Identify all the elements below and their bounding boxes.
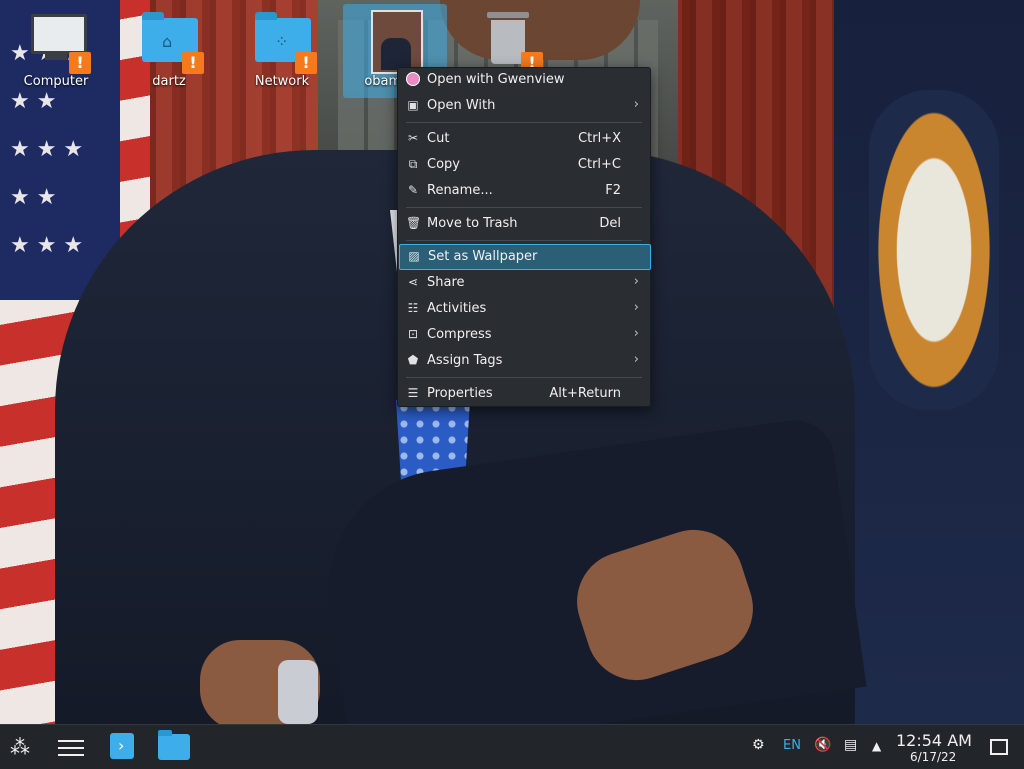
submenu-arrow-icon: › [633, 274, 639, 289]
submenu-arrow-icon: › [633, 352, 639, 367]
share-icon: ⋖ [407, 275, 419, 289]
menu-item-compress[interactable]: ⊡ Compress › [399, 323, 649, 347]
steam-tray-icon[interactable]: ⚙ [752, 737, 765, 753]
network-folder-icon: ⁘ ! [253, 10, 317, 74]
open-with-icon: ▣ [407, 98, 419, 112]
warning-emblem-icon: ! [182, 52, 204, 74]
wallpaper-presidential-flag [834, 0, 1024, 724]
menu-separator [406, 122, 642, 123]
menu-separator [406, 207, 642, 208]
application-launcher-icon[interactable]: ⁂ [10, 735, 30, 759]
image-thumbnail-icon [366, 10, 424, 74]
menu-item-assign-tags[interactable]: ⬟ Assign Tags › [399, 349, 649, 373]
trash-bin-icon: ! [479, 10, 543, 74]
menu-item-properties[interactable]: ☰ Properties Alt+Return [399, 382, 649, 406]
clock-date[interactable]: 6/17/22 [910, 750, 956, 764]
system-settings-icon[interactable] [58, 735, 84, 757]
tray-expand-icon[interactable]: ▲ [872, 739, 881, 753]
desktop-icon-dartz[interactable]: ⌂ ! dartz [117, 4, 221, 98]
desktop-icon-label: dartz [152, 74, 186, 89]
submenu-arrow-icon: › [633, 326, 639, 341]
show-desktop-icon[interactable] [990, 739, 1008, 755]
menu-item-open-with-gwenview[interactable]: Open with Gwenview [399, 68, 649, 92]
compress-icon: ⊡ [407, 327, 419, 341]
menu-separator [406, 240, 642, 241]
rename-icon: ✎ [407, 183, 419, 197]
volume-muted-icon[interactable]: 🔇 [814, 737, 831, 753]
wallpaper-icon: ▨ [408, 249, 420, 263]
file-manager-icon[interactable] [158, 730, 190, 760]
desktop-icon-network[interactable]: ⁘ ! Network [230, 4, 334, 98]
desktop-icon-computer[interactable]: ! Computer [4, 4, 108, 98]
home-folder-icon: ⌂ ! [140, 10, 204, 74]
cut-icon: ✂ [407, 131, 419, 145]
warning-emblem-icon: ! [295, 52, 317, 74]
wallpaper-seal [869, 90, 999, 410]
menu-item-open-with[interactable]: ▣ Open With › [399, 94, 649, 118]
menu-item-rename[interactable]: ✎ Rename... F2 [399, 179, 649, 203]
menu-item-cut[interactable]: ✂ Cut Ctrl+X [399, 127, 649, 151]
desktop-icon-label: Network [254, 74, 310, 89]
tag-icon: ⬟ [407, 353, 419, 367]
network-status-icon[interactable]: ▤ [844, 737, 857, 753]
gwenview-icon [406, 72, 420, 86]
activities-icon: ☷ [407, 301, 419, 315]
wallpaper-watch [278, 660, 318, 724]
desktop-icon-label: Computer [23, 74, 89, 89]
warning-emblem-icon: ! [69, 52, 91, 74]
menu-item-share[interactable]: ⋖ Share › [399, 271, 649, 295]
menu-item-activities[interactable]: ☷ Activities › [399, 297, 649, 321]
copy-icon: ⧉ [408, 157, 418, 171]
clock-time[interactable]: 12:54 AM [896, 731, 972, 750]
discover-store-icon[interactable] [110, 733, 134, 759]
properties-icon: ☰ [407, 386, 419, 400]
submenu-arrow-icon: › [633, 97, 639, 112]
menu-item-set-as-wallpaper[interactable]: ▨ Set as Wallpaper [399, 244, 651, 270]
keyboard-layout-indicator[interactable]: EN [783, 738, 801, 753]
computer-icon: ! [27, 10, 91, 74]
context-menu: Open with Gwenview ▣ Open With › ✂ Cut C… [397, 67, 651, 407]
menu-item-copy[interactable]: ⧉ Copy Ctrl+C [399, 153, 649, 177]
trash-icon: 🗑 [406, 216, 422, 230]
submenu-arrow-icon: › [633, 300, 639, 315]
menu-separator [406, 377, 642, 378]
menu-item-move-to-trash[interactable]: 🗑 Move to Trash Del [399, 212, 649, 236]
taskbar: ⁂ ⚙ EN 🔇 ▤ ▲ 12:54 AM 6/17/22 [0, 724, 1024, 769]
